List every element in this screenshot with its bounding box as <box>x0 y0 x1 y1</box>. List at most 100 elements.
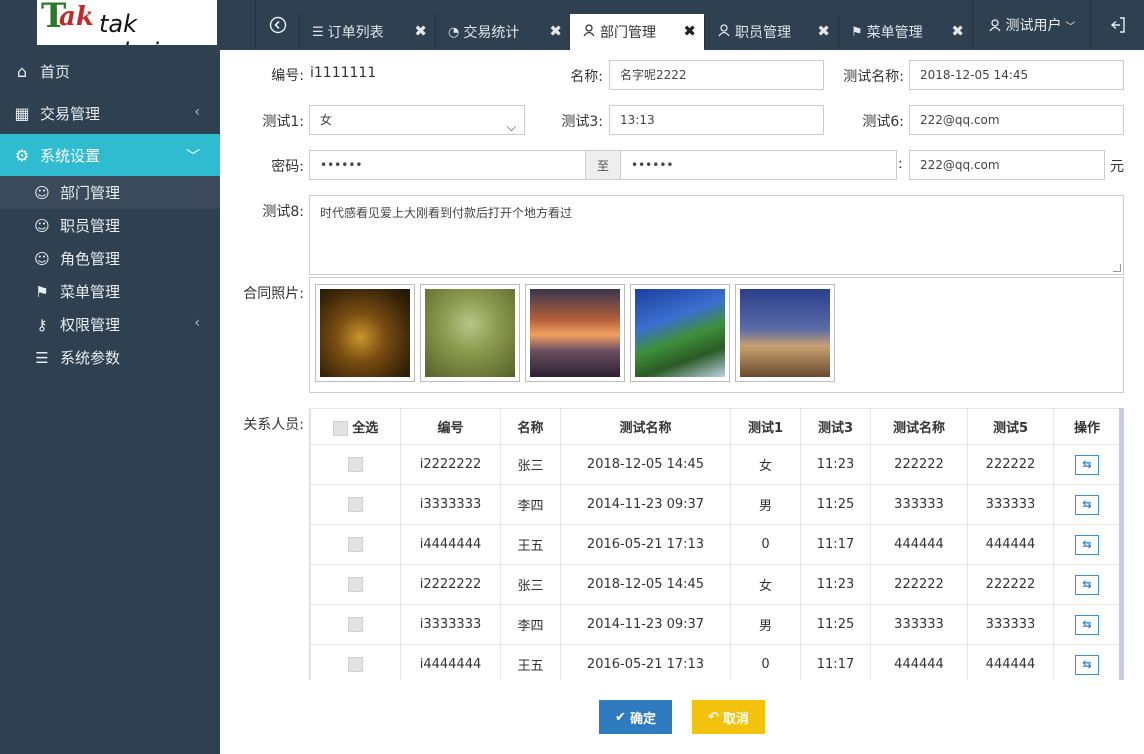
checkbox[interactable] <box>348 537 363 552</box>
refresh-icon[interactable]: ⇆ <box>1075 494 1099 515</box>
refresh-icon[interactable]: ⇆ <box>1075 454 1099 475</box>
user-menu[interactable]: 测试用户 ﹀ <box>972 0 1090 50</box>
table-cell: 2014-11-23 09:37 <box>560 484 731 525</box>
photo-leaf <box>320 289 410 377</box>
select-all-header[interactable]: 全选 <box>310 408 401 445</box>
test1-value: 女 <box>320 113 333 127</box>
table-cell: 男 <box>730 604 801 645</box>
tab-order-list[interactable]: ☰ 订单列表 ✖ <box>299 14 435 50</box>
table-cell: 444444 <box>870 524 968 565</box>
chevron-down-icon: ⌵ <box>506 120 516 134</box>
table-cell: 222222 <box>870 444 968 485</box>
sidebar-item-label: 交易管理 <box>40 104 101 123</box>
table-row: i2222222 张三 2018-12-05 14:45 女 11:23 222222 22… <box>310 444 1121 485</box>
table-cell: 0 <box>730 524 801 565</box>
sidebar-item-home[interactable]: ⌂ 首页 <box>0 50 220 92</box>
checkbox[interactable] <box>348 497 363 512</box>
test8-label: 测试8: <box>262 204 304 220</box>
id-value: i1111111 <box>310 65 377 81</box>
row-select-cell[interactable] <box>310 484 401 525</box>
close-icon[interactable]: ✖ <box>549 22 562 40</box>
photo-thumbnail[interactable] <box>315 284 415 382</box>
checkbox[interactable] <box>348 617 363 632</box>
test3-input[interactable]: 13:13 <box>609 105 824 135</box>
refresh-icon[interactable]: ⇆ <box>1075 654 1099 675</box>
cancel-button[interactable]: ↶ 取消 <box>692 700 765 734</box>
test6-label: 测试6: <box>862 114 904 130</box>
refresh-icon[interactable]: ⇆ <box>1075 614 1099 635</box>
checkbox[interactable] <box>348 657 363 672</box>
table-row: i2222222 张三 2018-12-05 14:45 女 11:23 222222 22… <box>310 564 1121 605</box>
close-icon[interactable]: ✖ <box>951 22 964 40</box>
table-row: i4444444 王五 2016-05-21 17:13 0 11:17 444444 44… <box>310 524 1121 565</box>
row-select-cell[interactable] <box>310 644 401 680</box>
table-scrollbar[interactable] <box>1119 408 1124 680</box>
chevron-left-icon: ‹ <box>194 315 200 331</box>
checkbox[interactable] <box>348 457 363 472</box>
sidebar-item-role[interactable]: ☺ 角色管理 <box>0 242 220 275</box>
sidebar-item-system[interactable]: ⚙ 系统设置 ﹀ <box>0 134 220 176</box>
pie-icon: ◔ <box>448 24 460 40</box>
row-select-cell[interactable] <box>310 444 401 485</box>
table-cell: 444444 <box>967 524 1054 565</box>
table-cell: 张三 <box>500 564 561 605</box>
table-cell: 11:17 <box>800 644 871 680</box>
table-cell: 王五 <box>500 644 561 680</box>
logout-button[interactable] <box>1090 0 1144 50</box>
column-header: 测试1 <box>730 408 801 445</box>
sidebar-item-label: 权限管理 <box>60 316 121 334</box>
close-icon[interactable]: ✖ <box>414 22 427 40</box>
row-select-cell[interactable] <box>310 604 401 645</box>
table-cell: 2018-12-05 14:45 <box>560 444 731 485</box>
sidebar-item-permission[interactable]: ⚷ 权限管理 ‹ <box>0 308 220 341</box>
tab-menu[interactable]: ⚑ 菜单管理 ✖ <box>838 14 972 50</box>
sidebar-item-trade[interactable]: ▦ 交易管理 ‹ <box>0 92 220 134</box>
chevron-down-icon: ﹀ <box>1065 21 1076 33</box>
sidebar-item-label: 角色管理 <box>60 250 121 268</box>
test-name-input[interactable]: 2018-12-05 14:45 <box>909 60 1124 90</box>
table-cell: 333333 <box>870 604 968 645</box>
photo-thumbnail[interactable] <box>420 284 520 382</box>
user-name: 测试用户 <box>1005 18 1062 34</box>
password-confirm-input[interactable]: •••••• <box>620 150 897 180</box>
sidebar-item-label: 系统设置 <box>40 146 101 165</box>
close-icon[interactable]: ✖ <box>817 22 830 40</box>
row-select-cell[interactable] <box>310 564 401 605</box>
back-button[interactable] <box>255 0 299 50</box>
sidebar-item-menu[interactable]: ⚑ 菜单管理 <box>0 275 220 308</box>
password-label: 密码: <box>271 159 304 175</box>
refresh-icon[interactable]: ⇆ <box>1075 574 1099 595</box>
checkbox[interactable] <box>348 577 363 592</box>
password-input[interactable]: •••••• <box>309 150 586 180</box>
tab-department[interactable]: 部门管理 ✖ <box>570 14 704 50</box>
name-label: 名称: <box>570 69 603 85</box>
table-cell: 222222 <box>870 564 968 605</box>
test6-input[interactable]: 222@qq.com <box>909 105 1124 135</box>
logo-mark-2: ak <box>59 2 94 32</box>
sidebar-item-label: 职员管理 <box>60 217 121 235</box>
test1-select[interactable]: 女 ⌵ <box>309 105 525 135</box>
tab-staff[interactable]: 职员管理 ✖ <box>704 14 838 50</box>
resize-grip-icon[interactable] <box>1113 264 1121 272</box>
amount-input[interactable]: 222@qq.com <box>909 150 1105 180</box>
test8-textarea[interactable]: 时代感看见爱上大刚看到付款后打开个地方看过 <box>309 195 1124 275</box>
refresh-icon[interactable]: ⇆ <box>1075 534 1099 555</box>
user-icon: ☺ <box>34 249 50 268</box>
sidebar-item-department[interactable]: ☺ 部门管理 <box>0 176 220 209</box>
tab-trade-stats[interactable]: ◔ 交易统计 ✖ <box>435 14 570 50</box>
table-cell: 2014-11-23 09:37 <box>560 604 731 645</box>
photo-thumbnail[interactable] <box>630 284 730 382</box>
back-circle-icon <box>269 16 286 34</box>
close-icon[interactable]: ✖ <box>683 22 696 40</box>
checkbox[interactable] <box>332 421 348 436</box>
sidebar-item-staff[interactable]: ☺ 职员管理 <box>0 209 220 242</box>
photo-thumbnail[interactable] <box>525 284 625 382</box>
sidebar-item-params[interactable]: ☰ 系统参数 <box>0 341 220 374</box>
table-cell: i2222222 <box>400 564 501 605</box>
confirm-button[interactable]: ✔ 确定 <box>599 700 672 734</box>
row-action-cell: ⇆ <box>1053 644 1121 680</box>
name-input[interactable]: 名字呢2222 <box>609 60 824 90</box>
row-select-cell[interactable] <box>310 524 401 565</box>
table-cell: 11:17 <box>800 524 871 565</box>
photo-thumbnail[interactable] <box>735 284 835 382</box>
